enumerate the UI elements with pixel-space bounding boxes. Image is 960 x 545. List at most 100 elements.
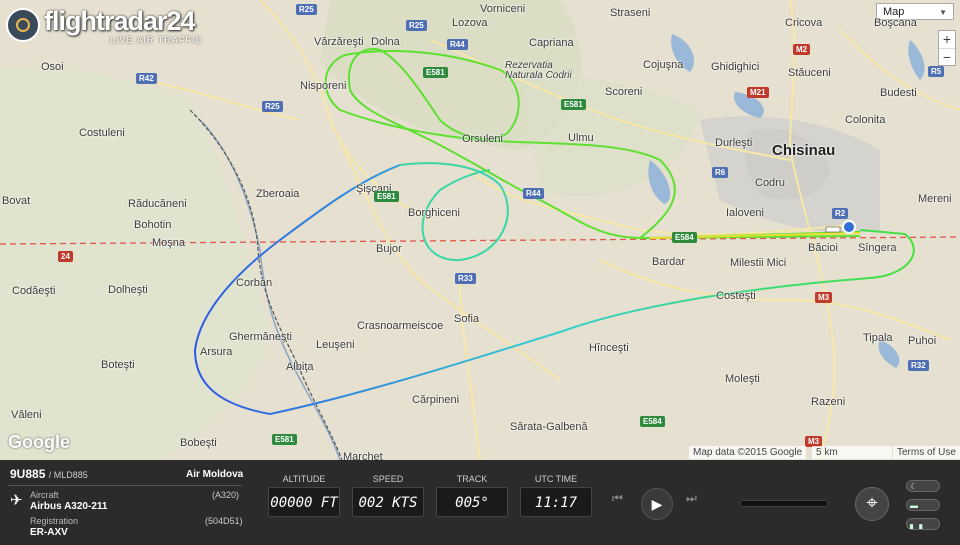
aircraft-type: Airbus A320-211 <box>30 501 108 512</box>
town-label: Capriana <box>529 37 574 49</box>
zoom-control: + − <box>938 30 956 66</box>
speed-label: SPEED <box>372 474 404 484</box>
road-shield: E584 <box>640 416 665 427</box>
center-on-aircraft-button[interactable]: ⌖ <box>855 487 889 521</box>
night-mode-toggle[interactable]: ☾ <box>906 480 940 492</box>
town-label: Stăuceni <box>788 67 831 79</box>
road-shield: R33 <box>455 273 476 284</box>
town-label: Marchet <box>343 451 383 460</box>
town-label: Bobeşti <box>180 437 217 449</box>
city-label: Chisinau <box>772 142 836 159</box>
registration-label: Registration <box>30 516 79 526</box>
town-label: Leuşeni <box>316 339 355 351</box>
altitude-label: ALTITUDE <box>282 474 326 484</box>
town-label: Sărata-Galbenă <box>510 421 588 433</box>
town-label: Lozova <box>452 17 488 29</box>
divider <box>8 485 242 486</box>
town-label: Bovat <box>2 195 31 207</box>
road-shield: M21 <box>747 87 769 98</box>
map-scale: 5 km <box>812 446 892 459</box>
track-label: TRACK <box>456 474 488 484</box>
town-label: Cărpineni <box>412 394 460 406</box>
play-button[interactable]: ▶ <box>641 488 673 520</box>
town-label: Costeşti <box>716 290 756 302</box>
map-view[interactable]: flightradar24 LIVE AIR TRAFFIC Map ▼ + −… <box>0 0 960 460</box>
town-label: Vorniceni <box>480 3 526 15</box>
town-label: Durleşti <box>715 137 753 149</box>
road-shield: R25 <box>262 101 283 112</box>
map-attribution: Map data ©2015 Google <box>689 446 807 459</box>
track-readout: 005° <box>436 487 508 517</box>
town-label: Osoi <box>41 61 64 73</box>
town-label: Ulmu <box>568 132 594 144</box>
road-shield: R25 <box>296 4 317 15</box>
flight-number: 9U885 <box>10 467 46 481</box>
road-shield: R2 <box>832 208 849 219</box>
town-label: Crasnoarmeiscoe <box>357 320 444 332</box>
road-shield: M2 <box>793 44 811 55</box>
aircraft-marker-icon[interactable] <box>842 220 856 234</box>
terms-link[interactable]: Terms of Use <box>893 446 960 459</box>
town-label: Ghidighici <box>711 61 760 73</box>
town-label: Bardar <box>652 256 686 268</box>
road-shield: R44 <box>447 39 468 50</box>
chevron-down-icon: ▼ <box>939 8 947 17</box>
chart-icon: ▖▗ <box>910 520 923 529</box>
town-label: Colonita <box>845 114 886 126</box>
town-label: Borghiceni <box>408 207 460 219</box>
town-label: Bohotin <box>134 219 172 231</box>
town-label: Razeni <box>811 396 846 408</box>
zoom-out-button[interactable]: − <box>939 48 955 66</box>
flight-callsign: 9U885 / MLD885 <box>10 467 88 481</box>
forward-button[interactable]: ⏭ <box>686 491 697 506</box>
town-label: Răducăneni <box>128 198 187 210</box>
town-label: Cojuşna <box>643 59 684 71</box>
town-label: Sîngera <box>858 242 897 254</box>
playback-slider[interactable] <box>740 500 828 507</box>
road-shield: R32 <box>908 360 929 371</box>
town-label: Straseni <box>610 7 651 19</box>
zoom-in-button[interactable]: + <box>939 31 955 48</box>
town-label: Arsura <box>200 346 233 358</box>
road-shield: E581 <box>561 99 586 110</box>
road-shield: R6 <box>712 167 729 178</box>
rewind-button[interactable]: ⏮ <box>612 491 623 506</box>
town-label: Tipala <box>863 332 893 344</box>
town-label: Băcioi <box>808 242 838 254</box>
town-label: Codru <box>755 177 785 189</box>
registration-value: ER-AXV <box>30 527 68 538</box>
google-logo: Google <box>8 432 70 452</box>
town-label: Nisporeni <box>300 80 347 92</box>
town-label: Mereni <box>918 193 952 205</box>
aircraft-label: Aircraft <box>30 490 59 500</box>
road-shield: E584 <box>672 232 697 243</box>
town-label: Văleni <box>11 409 42 421</box>
town-label: Ghermăneşti <box>229 331 292 343</box>
road-shield: R44 <box>523 188 544 199</box>
town-label: Zberoaia <box>256 188 300 200</box>
road-shield: R42 <box>136 73 157 84</box>
utc-readout: 11:17 <box>520 487 592 517</box>
road-shield: R5 <box>928 66 945 77</box>
radar-icon <box>6 8 40 42</box>
airplane-icon: ✈ <box>10 492 23 509</box>
road-shield: 24 <box>58 251 73 262</box>
town-label: Scoreni <box>605 86 643 98</box>
road-shield: M3 <box>815 292 833 303</box>
road-shield: E581 <box>272 434 297 445</box>
town-label: Budesti <box>880 87 917 99</box>
road-shield: E581 <box>374 191 399 202</box>
town-label: Puhoi <box>908 335 937 347</box>
toggle-icon: ▬ <box>910 501 918 510</box>
town-label: Vărzăreşti <box>314 36 364 48</box>
town-label: Codăeşti <box>12 285 56 297</box>
moon-icon: ☾ <box>910 482 918 491</box>
road-shield: E581 <box>423 67 448 78</box>
chart-toggle[interactable]: ▖▗ <box>906 518 940 530</box>
town-label: Rezervatia Naturala Codrii <box>505 60 572 81</box>
town-label: Ialoveni <box>726 207 764 219</box>
town-label: Corban <box>236 277 273 289</box>
town-label: Moleşti <box>725 373 760 385</box>
airline-name: Air Moldova <box>186 469 244 480</box>
display-toggle[interactable]: ▬ <box>906 499 940 511</box>
